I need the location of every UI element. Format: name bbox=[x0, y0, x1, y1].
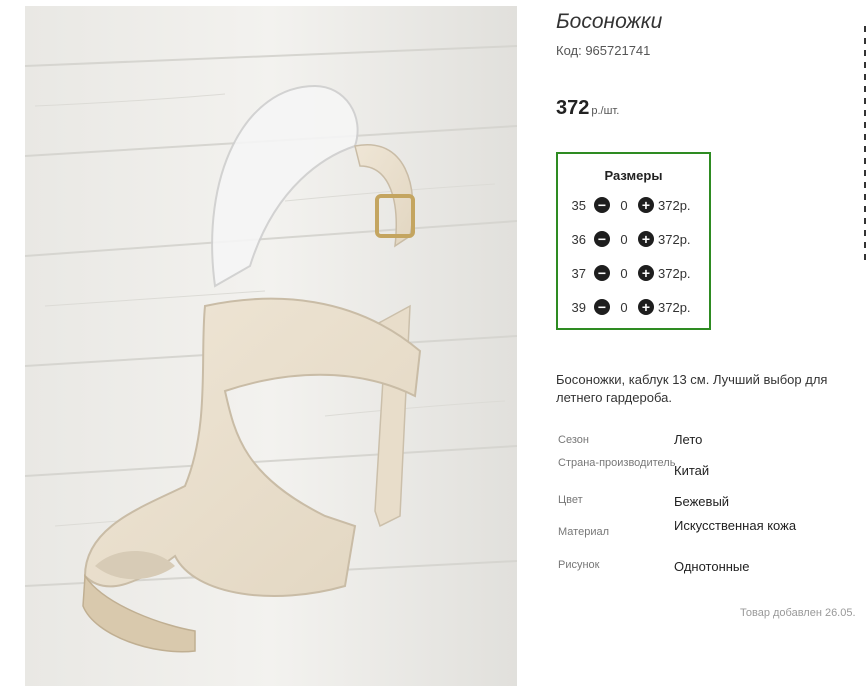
sizes-title: Размеры bbox=[604, 168, 663, 183]
plus-circle-icon[interactable]: + bbox=[638, 197, 654, 213]
size-label: 36 bbox=[571, 231, 586, 247]
plus-circle-icon[interactable]: + bbox=[638, 265, 654, 281]
size-row: 36 − 0 + 372р. bbox=[558, 229, 691, 249]
product-description: Босоножки, каблук 13 см. Лучший выбор дл… bbox=[556, 372, 828, 405]
attribute-value: Однотонные bbox=[674, 559, 750, 574]
minus-circle-icon[interactable]: − bbox=[594, 299, 610, 315]
size-label: 37 bbox=[571, 265, 586, 281]
size-qty: 0 bbox=[620, 299, 628, 315]
size-qty: 0 bbox=[620, 265, 628, 281]
attribute-value: Лето bbox=[674, 432, 703, 447]
plus-circle-icon[interactable]: + bbox=[638, 231, 654, 247]
product-price: 372 р./шт. bbox=[556, 97, 619, 120]
added-date: Товар добавлен 26.05. bbox=[740, 607, 856, 619]
attribute-key: Материал bbox=[558, 526, 609, 538]
minus-circle-icon[interactable]: − bbox=[594, 197, 610, 213]
size-row: 39 − 0 + 372р. bbox=[558, 297, 691, 317]
size-price: 372р. bbox=[658, 299, 691, 315]
attribute-key: Цвет bbox=[558, 494, 583, 506]
attribute-value: Китай bbox=[674, 463, 710, 478]
size-label: 35 bbox=[571, 197, 586, 213]
attribute-key: Страна-производитель bbox=[558, 457, 676, 469]
attribute-value: Бежевый bbox=[674, 494, 730, 509]
product-photo[interactable] bbox=[25, 6, 517, 686]
plus-circle-icon[interactable]: + bbox=[638, 299, 654, 315]
clipped-sidebar-edge bbox=[860, 20, 867, 280]
size-price: 372р. bbox=[658, 197, 691, 213]
size-row: 35 − 0 + 372р. bbox=[558, 195, 691, 215]
attribute-value: Искусственная кожа bbox=[674, 518, 797, 533]
product-image bbox=[25, 6, 517, 686]
minus-circle-icon[interactable]: − bbox=[594, 265, 610, 281]
attribute-key: Рисунок bbox=[558, 559, 600, 571]
price-unit: р./шт. bbox=[591, 105, 620, 117]
price-value: 372 bbox=[556, 97, 590, 119]
size-row: 37 − 0 + 372р. bbox=[558, 263, 691, 283]
product-title: Босоножки bbox=[556, 10, 663, 33]
size-price: 372р. bbox=[658, 265, 691, 281]
size-qty: 0 bbox=[620, 197, 628, 213]
size-price: 372р. bbox=[658, 231, 691, 247]
size-label: 39 bbox=[571, 299, 586, 315]
attribute-key: Сезон bbox=[558, 434, 589, 446]
size-qty: 0 bbox=[620, 231, 628, 247]
product-code: Код: 965721741 bbox=[556, 43, 651, 58]
sizes-panel: Размеры 35 − 0 + 372р. 36 − 0 + 372р. 37… bbox=[556, 152, 711, 330]
minus-circle-icon[interactable]: − bbox=[594, 231, 610, 247]
